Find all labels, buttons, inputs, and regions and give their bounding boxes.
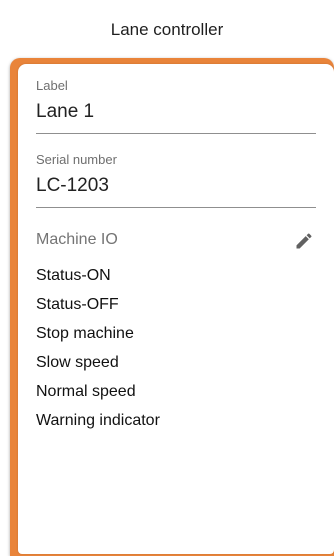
label-field-value: Lane 1 [36,101,95,122]
label-field-label: Label [36,78,68,93]
io-item-status-on: Status-ON [36,267,111,284]
machine-io-header: Machine IO [36,230,314,252]
serial-number-divider [36,207,316,208]
io-item-warning-indicator: Warning indicator [36,412,160,429]
panel-header: Lane controller [0,0,334,58]
io-item-stop-machine: Stop machine [36,325,134,342]
label-field-divider [36,133,316,134]
lane-controller-card: Label Lane 1 Serial number LC-1203 Machi… [18,64,334,554]
serial-number-label: Serial number [36,152,117,167]
machine-io-list: Status-ON Status-OFF Stop machine Slow s… [36,261,160,435]
label-field: Label Lane 1 [36,78,316,134]
io-item-slow-speed: Slow speed [36,354,119,371]
serial-number-field: Serial number LC-1203 [36,152,316,208]
machine-io-title: Machine IO [36,231,118,248]
io-item-status-off: Status-OFF [36,296,119,313]
panel-title: Lane controller [110,20,224,39]
io-item-normal-speed: Normal speed [36,383,136,400]
pencil-icon[interactable] [294,231,314,251]
serial-number-value: LC-1203 [36,175,109,196]
